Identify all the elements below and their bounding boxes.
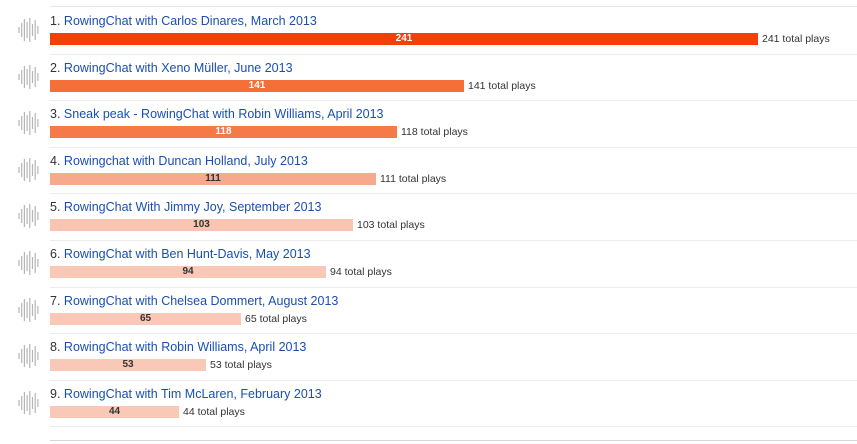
waveform-icon bbox=[18, 18, 39, 42]
track-row: 2. RowingChat with Xeno Müller, June 201… bbox=[0, 55, 857, 102]
plays-bar-value: 65 bbox=[139, 312, 152, 324]
track-rank: 2. bbox=[50, 60, 61, 75]
total-plays-label: 103 total plays bbox=[357, 219, 425, 232]
track-link[interactable]: RowingChat with Carlos Dinares, March 20… bbox=[64, 14, 317, 28]
track-title: 3. Sneak peak - RowingChat with Robin Wi… bbox=[50, 107, 384, 121]
track-rank: 9. bbox=[50, 386, 61, 401]
track-title: 4. Rowingchat with Duncan Holland, July … bbox=[50, 154, 308, 168]
plays-bar-value: 241 bbox=[395, 33, 413, 44]
plays-bar: 241 bbox=[50, 33, 758, 45]
track-rank: 7. bbox=[50, 293, 61, 308]
plays-bar: 103 bbox=[50, 219, 353, 232]
bottom-divider bbox=[50, 440, 857, 441]
total-plays-label: 44 total plays bbox=[183, 405, 245, 418]
plays-bar: 94 bbox=[50, 266, 326, 278]
total-plays-label: 111 total plays bbox=[380, 172, 447, 185]
plays-bar-value: 44 bbox=[108, 405, 121, 417]
track-link[interactable]: RowingChat with Xeno Müller, June 2013 bbox=[64, 61, 293, 75]
top-divider bbox=[50, 6, 857, 7]
track-plays-list: 1. RowingChat with Carlos Dinares, March… bbox=[0, 0, 857, 444]
track-rank: 6. bbox=[50, 247, 61, 261]
track-title: 2. RowingChat with Xeno Müller, June 201… bbox=[50, 61, 293, 75]
total-plays-label: 241 total plays bbox=[762, 33, 830, 45]
track-link[interactable]: RowingChat with Ben Hunt-Davis, May 2013 bbox=[64, 247, 311, 261]
track-rank: 3. bbox=[50, 107, 61, 122]
total-plays-label: 65 total plays bbox=[245, 312, 307, 325]
track-title: 8. RowingChat with Robin Williams, April… bbox=[50, 340, 306, 354]
track-title: 5. RowingChat With Jimmy Joy, September … bbox=[50, 200, 321, 214]
track-link[interactable]: RowingChat with Robin Williams, April 20… bbox=[64, 340, 306, 354]
track-row: 9. RowingChat with Tim McLaren, February… bbox=[0, 381, 857, 428]
track-title: 7. RowingChat with Chelsea Dommert, Augu… bbox=[50, 294, 338, 308]
plays-bar: 65 bbox=[50, 312, 241, 325]
total-plays-label: 141 total plays bbox=[468, 79, 536, 92]
track-link[interactable]: RowingChat with Tim McLaren, February 20… bbox=[64, 387, 322, 401]
total-plays-label: 118 total plays bbox=[401, 126, 468, 139]
track-link[interactable]: RowingChat with Chelsea Dommert, August … bbox=[64, 294, 338, 308]
plays-bar-value: 118 bbox=[215, 126, 232, 138]
track-link[interactable]: Sneak peak - RowingChat with Robin Willi… bbox=[64, 107, 384, 121]
track-row: 4. Rowingchat with Duncan Holland, July … bbox=[0, 148, 857, 195]
waveform-icon bbox=[18, 390, 39, 415]
track-row: 5. RowingChat With Jimmy Joy, September … bbox=[0, 194, 857, 241]
track-rank: 8. bbox=[50, 340, 61, 355]
plays-bar: 141 bbox=[50, 79, 464, 92]
waveform-icon bbox=[18, 251, 39, 275]
plays-bar-value: 141 bbox=[248, 79, 266, 91]
plays-bar: 111 bbox=[50, 172, 376, 185]
track-title: 9. RowingChat with Tim McLaren, February… bbox=[50, 387, 322, 401]
track-row: 8. RowingChat with Robin Williams, April… bbox=[0, 334, 857, 381]
track-row: 6. RowingChat with Ben Hunt-Davis, May 2… bbox=[0, 241, 857, 288]
waveform-icon bbox=[18, 157, 39, 182]
track-rank: 5. bbox=[50, 200, 61, 215]
waveform-icon bbox=[18, 297, 39, 322]
track-rank: 4. bbox=[50, 153, 61, 168]
total-plays-label: 53 total plays bbox=[210, 359, 272, 372]
waveform-icon bbox=[18, 344, 39, 369]
track-link[interactable]: Rowingchat with Duncan Holland, July 201… bbox=[64, 154, 308, 168]
total-plays-label: 94 total plays bbox=[330, 266, 392, 278]
track-row: 3. Sneak peak - RowingChat with Robin Wi… bbox=[0, 101, 857, 148]
plays-bar-value: 94 bbox=[182, 266, 194, 277]
track-row: 1. RowingChat with Carlos Dinares, March… bbox=[0, 8, 857, 55]
row-divider bbox=[50, 426, 857, 428]
plays-bar-value: 53 bbox=[122, 359, 134, 371]
waveform-icon bbox=[18, 64, 39, 89]
plays-bar: 118 bbox=[50, 126, 397, 139]
track-title: 1. RowingChat with Carlos Dinares, March… bbox=[50, 14, 317, 28]
track-title: 6. RowingChat with Ben Hunt-Davis, May 2… bbox=[50, 247, 311, 261]
plays-bar: 53 bbox=[50, 359, 206, 372]
plays-bar: 44 bbox=[50, 405, 179, 418]
waveform-icon bbox=[18, 111, 39, 136]
track-rank: 1. bbox=[50, 14, 61, 28]
track-row: 7. RowingChat with Chelsea Dommert, Augu… bbox=[0, 288, 857, 335]
waveform-icon bbox=[18, 204, 39, 229]
plays-bar-value: 103 bbox=[193, 219, 210, 231]
track-link[interactable]: RowingChat With Jimmy Joy, September 201… bbox=[64, 200, 322, 214]
plays-bar-value: 111 bbox=[205, 172, 221, 184]
